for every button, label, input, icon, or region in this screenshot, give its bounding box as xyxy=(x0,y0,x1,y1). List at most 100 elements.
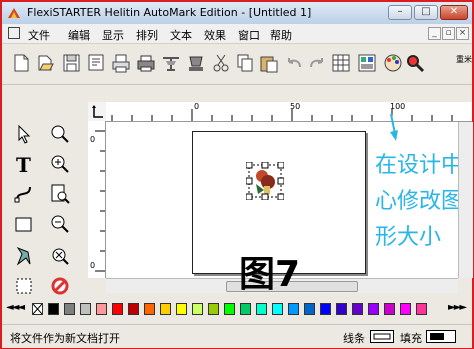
palette-swatch[interactable] xyxy=(352,303,363,315)
grid-view-icon[interactable] xyxy=(330,52,352,74)
palette-swatch[interactable] xyxy=(144,303,155,315)
palette-swatch[interactable] xyxy=(416,303,427,315)
fill-label: 填充 xyxy=(400,332,422,345)
scissors-icon[interactable] xyxy=(210,52,232,74)
palette-swatch[interactable] xyxy=(208,303,219,315)
menu-help[interactable]: 帮助 xyxy=(270,27,292,43)
ruler-origin-icon xyxy=(92,105,103,118)
palette-swatch[interactable] xyxy=(176,303,187,315)
zoom-pan-icon[interactable] xyxy=(48,244,72,268)
palette-swatch[interactable] xyxy=(240,303,251,315)
annotation-line-3: 形大小 xyxy=(375,225,442,250)
zoom-icon[interactable] xyxy=(404,52,426,74)
document-menu-icon[interactable] xyxy=(8,27,20,39)
paste-icon[interactable] xyxy=(258,52,280,74)
text-tool-icon[interactable]: T xyxy=(12,152,36,176)
ruler-h-label-100: 100 xyxy=(390,102,406,111)
fill-swatch[interactable] xyxy=(426,330,456,343)
vertical-ruler-ticks xyxy=(95,130,105,272)
figure-label: 图7 xyxy=(239,254,301,295)
color-fill-icon[interactable] xyxy=(12,274,36,298)
design-page[interactable] xyxy=(192,131,366,274)
palette-swatch[interactable] xyxy=(192,303,203,315)
palette-swatch[interactable] xyxy=(320,303,331,315)
maximize-button[interactable]: □ xyxy=(414,5,438,20)
palette-swatch[interactable] xyxy=(272,303,283,315)
palette-swatch[interactable] xyxy=(256,303,267,315)
close-button[interactable]: ✕ xyxy=(440,5,468,20)
rip-icon[interactable] xyxy=(185,52,207,74)
title-bar: FlexiSTARTER Helitin AutoMark Edition - … xyxy=(2,2,472,24)
palette-swatch[interactable] xyxy=(48,303,59,315)
menu-effects[interactable]: 效果 xyxy=(204,27,226,43)
redo-icon[interactable] xyxy=(306,52,328,74)
window-title: FlexiSTARTER Helitin AutoMark Edition - … xyxy=(27,6,312,19)
rectangle-tool-icon[interactable] xyxy=(12,212,36,236)
palette-swatch[interactable] xyxy=(400,303,411,315)
vertical-scrollbar[interactable] xyxy=(458,122,473,278)
palette-swatch[interactable] xyxy=(32,303,43,315)
warp-tool-icon[interactable] xyxy=(12,244,36,268)
menu-edit[interactable]: 编辑 xyxy=(68,27,90,43)
printer-icon[interactable] xyxy=(135,52,157,74)
palette-swatch[interactable] xyxy=(160,303,171,315)
copy-icon[interactable] xyxy=(234,52,256,74)
ruler-h-label-0: 0 xyxy=(194,102,200,111)
ruler-corner[interactable] xyxy=(88,102,107,122)
cut-plot-icon[interactable] xyxy=(160,52,182,74)
zoom-minus-icon[interactable] xyxy=(48,212,72,236)
ruler-h-label-50: 50 xyxy=(290,102,301,111)
menu-text[interactable]: 文本 xyxy=(170,27,192,43)
palette-swatch[interactable] xyxy=(64,303,75,315)
palette-scroll-right-button[interactable]: ►►► xyxy=(448,302,467,313)
menu-arrange[interactable]: 排列 xyxy=(136,27,158,43)
horizontal-ruler[interactable]: 0 50 100 xyxy=(106,102,472,122)
annotation-arrow-icon xyxy=(390,114,398,141)
palette-swatch[interactable] xyxy=(224,303,235,315)
mdi-close-button[interactable]: × xyxy=(456,27,469,40)
menu-file[interactable]: 文件 xyxy=(28,27,50,43)
print-icon[interactable] xyxy=(110,52,132,74)
annotation-line-1: 在设计中 xyxy=(375,153,464,178)
selected-graphic[interactable] xyxy=(246,162,284,200)
color-palette: ◄◄◄ ►►► xyxy=(2,298,472,322)
palette-scroll-left-button[interactable]: ◄◄◄ xyxy=(6,302,25,313)
svg-text:T: T xyxy=(16,153,31,176)
zoom-in-icon[interactable] xyxy=(48,122,72,146)
palette-swatch[interactable] xyxy=(336,303,347,315)
palette-swatch[interactable] xyxy=(288,303,299,315)
annotation-line-2: 心修改图 xyxy=(375,189,464,214)
mdi-minimize-button[interactable]: _ xyxy=(428,27,441,40)
status-message: 将文件作为新文档打开 xyxy=(10,332,120,345)
palette-swatch[interactable] xyxy=(384,303,395,315)
select-arrow-icon[interactable] xyxy=(12,122,36,146)
save-icon[interactable] xyxy=(60,52,82,74)
palette-swatch[interactable] xyxy=(128,303,139,315)
palette-swatch[interactable] xyxy=(96,303,107,315)
ruler-v-label-bottom: 0 xyxy=(90,261,96,270)
open-icon[interactable] xyxy=(35,52,57,74)
menu-view[interactable]: 显示 xyxy=(102,27,124,43)
zoom-page-icon[interactable] xyxy=(48,182,72,206)
zoom-plus-icon[interactable] xyxy=(48,152,72,176)
palette-swatch[interactable] xyxy=(368,303,379,315)
menu-window[interactable]: 窗口 xyxy=(238,27,260,43)
undo-icon[interactable] xyxy=(283,52,305,74)
app-window: FlexiSTARTER Helitin AutoMark Edition - … xyxy=(0,0,474,349)
color-view-icon[interactable] xyxy=(356,52,378,74)
mdi-restore-button[interactable]: ▫ xyxy=(442,27,455,40)
color-palette-icon[interactable] xyxy=(382,52,404,74)
palette-swatch[interactable] xyxy=(112,303,123,315)
stroke-swatch-icon[interactable] xyxy=(370,330,394,343)
no-entry-icon[interactable] xyxy=(48,274,72,298)
new-document-icon[interactable] xyxy=(10,52,32,74)
vertical-ruler[interactable]: 0 0 xyxy=(88,121,106,278)
toolbar-overflow-label: 重米 xyxy=(456,55,472,64)
palette-swatch[interactable] xyxy=(304,303,315,315)
main-toolbar: 重米 xyxy=(2,44,472,85)
palette-swatch[interactable] xyxy=(80,303,91,315)
horizontal-ruler-ticks xyxy=(111,109,453,121)
print-preview-icon[interactable] xyxy=(85,52,107,74)
path-edit-icon[interactable] xyxy=(12,182,36,206)
minimize-button[interactable]: – xyxy=(388,5,412,20)
